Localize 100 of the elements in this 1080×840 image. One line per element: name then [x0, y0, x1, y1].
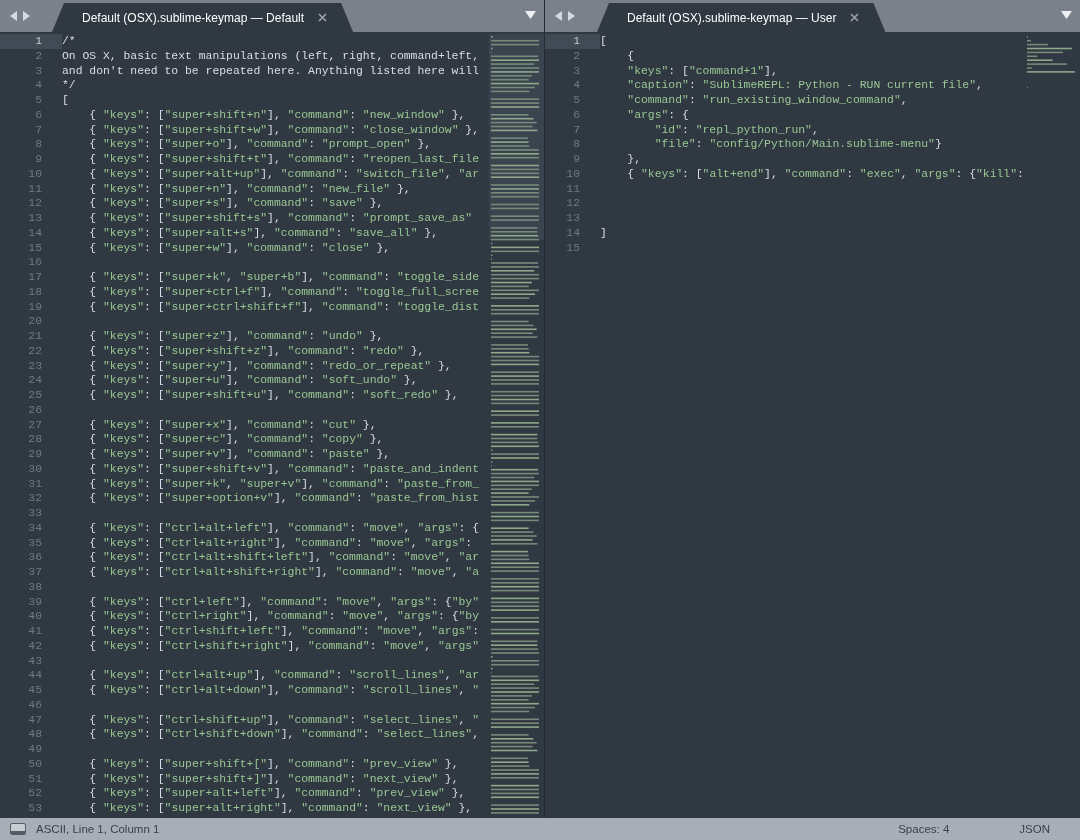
code-line: { "keys": ["super+k", "super+b"], "command": "toggle_side	[88, 270, 480, 285]
file-tab[interactable]: Default (OSX).sublime-keymap — User	[597, 3, 886, 32]
code-line: { "keys": ["super+o"], "command": "prompt_open" },	[88, 137, 432, 152]
line-number: 43	[27, 653, 43, 669]
back-arrow-icon[interactable]	[10, 11, 18, 21]
file-tab[interactable]: Default (OSX).sublime-keymap — Default	[52, 3, 354, 32]
code-line: "keys": ["command+1"],	[626, 63, 778, 79]
indentation-setting[interactable]: Spaces: 4	[898, 823, 950, 835]
line-number: 28	[27, 432, 43, 447]
code-line: "file": "config/Python/Main.sublime-menu"}	[653, 137, 942, 152]
dropdown-triangle-icon[interactable]	[1061, 11, 1072, 19]
line-number: 6	[572, 107, 581, 123]
dropdown-triangle-icon[interactable]	[525, 11, 536, 19]
line-number: 2	[572, 48, 581, 64]
line-number: 16	[27, 255, 43, 270]
line-number: 46	[27, 697, 43, 713]
code-line: */	[62, 78, 76, 93]
line-number: 47	[27, 712, 43, 728]
code-line: { "keys": ["super+alt+s"], "command": "save_all" },	[88, 225, 438, 241]
line-number: 18	[27, 284, 43, 300]
line-number: 10	[27, 166, 43, 182]
code-line: and don't need to be repeated here. Anything listed here will	[62, 63, 479, 79]
line-number: 20	[27, 314, 43, 329]
line-number: 4	[34, 78, 43, 93]
code-line: "id": "repl_python_run",	[653, 122, 819, 138]
line-number: 37	[27, 565, 43, 580]
line-number: 8	[572, 137, 581, 152]
line-number: 19	[27, 299, 43, 315]
code-line: { "keys": ["super+option+v"], "command": "paste_from_hist	[88, 491, 479, 506]
code-line: { "keys": ["super+n"], "command": "new_file" },	[88, 181, 411, 197]
code-line: /*	[62, 34, 76, 49]
line-number: 50	[27, 756, 43, 772]
line-number: 51	[27, 771, 43, 787]
line-number: 12	[27, 196, 43, 211]
close-icon[interactable]	[850, 13, 860, 22]
code-line: [	[62, 93, 69, 108]
line-number: 36	[27, 550, 43, 565]
line-number: 15	[565, 240, 581, 256]
code-line: { "keys": ["super+shift+u"], "command": "soft_redo" },	[88, 388, 459, 403]
code-line: { "keys": ["super+alt+right"], "command": "next_view" },	[88, 801, 473, 816]
panel-icon[interactable]	[10, 823, 26, 835]
code-line: ]	[600, 225, 607, 241]
line-number: 26	[27, 402, 43, 418]
line-number: 3	[572, 63, 581, 79]
code-line: { "keys": ["ctrl+shift+right"], "command": "move", "args"	[88, 638, 479, 654]
code-line: { "keys": ["super+alt+up"], "command": "switch_file", "ar	[88, 166, 480, 182]
code-line: "caption": "SublimeREPL: Python - RUN current file",	[626, 78, 983, 93]
code-line: { "keys": ["ctrl+alt+shift+right"], "command": "move", "a	[88, 565, 479, 580]
line-number: 12	[565, 196, 581, 211]
code-line: { "keys": ["ctrl+right"], "command": "move", "args": {"by	[88, 609, 480, 624]
code-line: On OS X, basic text manipulations (left, right, command+left,	[62, 48, 479, 64]
code-line: { "keys": ["ctrl+left"], "command": "move", "args": {"by"	[88, 594, 480, 610]
code-line: { "keys": ["super+alt+left"], "command": "prev_view" },	[88, 786, 466, 801]
line-number: 39	[27, 594, 43, 610]
line-number: 8	[34, 137, 43, 152]
code-line: { "keys": ["super+x"], "command": "cut" },	[88, 417, 377, 433]
line-number: 45	[27, 683, 43, 698]
line-number: 53	[27, 801, 43, 816]
line-number: 4	[572, 78, 581, 93]
back-arrow-icon[interactable]	[555, 11, 563, 21]
code-line: { "keys": ["super+shift+["], "command": "prev_view" },	[88, 756, 459, 772]
line-number: 40	[27, 609, 43, 624]
code-line: { "keys": ["super+shift+s"], "command": "prompt_save_as"	[88, 211, 473, 226]
syntax-setting[interactable]: JSON	[1019, 823, 1050, 835]
code-line: { "keys": ["super+u"], "command": "soft_undo" },	[88, 373, 418, 388]
line-number: 27	[27, 417, 43, 433]
line-number: 11	[27, 181, 43, 197]
line-number: 1	[545, 34, 600, 49]
code-line: { "keys": ["super+ctrl+f"], "command": "toggle_full_scree	[88, 284, 479, 300]
line-number: 38	[27, 579, 43, 595]
forward-arrow-icon[interactable]	[567, 11, 575, 21]
line-number: 1	[0, 34, 62, 49]
line-number: 9	[34, 152, 43, 167]
close-icon[interactable]	[318, 13, 328, 22]
line-number: 10	[565, 166, 581, 182]
line-number: 14	[565, 225, 581, 241]
code-line: { "keys": ["super+shift+t"], "command": "reopen_last_file	[88, 152, 480, 167]
line-number: 22	[27, 343, 43, 359]
forward-arrow-icon[interactable]	[22, 11, 30, 21]
code-line: { "keys": ["ctrl+alt+left"], "command": "move", "args": {	[88, 520, 480, 536]
line-number: 3	[34, 63, 43, 79]
code-line: { "keys": ["super+shift+w"], "command": "close_window" },	[88, 122, 480, 138]
line-number: 29	[27, 447, 43, 462]
code-line: { "keys": ["super+v"], "command": "paste" },	[88, 447, 391, 462]
line-number: 34	[27, 520, 43, 536]
code-line: { "keys": ["ctrl+shift+up"], "command": "select_lines", "	[88, 712, 480, 728]
code-line: { "keys": ["ctrl+shift+down"], "command": "select_lines",	[88, 727, 480, 742]
line-number: 21	[27, 329, 43, 344]
code-line: { "keys": ["ctrl+shift+left"], "command": "move", "args":	[88, 624, 480, 639]
cursor-position: ASCII, Line 1, Column 1	[36, 823, 160, 835]
code-line: { "keys": ["super+shift+z"], "command": "redo" },	[88, 343, 425, 359]
code-line: {	[626, 48, 635, 64]
line-number: 23	[27, 358, 43, 374]
code-line: { "keys": ["super+c"], "command": "copy" },	[88, 432, 384, 447]
line-number: 5	[572, 93, 581, 108]
code-line: { "keys": ["ctrl+alt+down"], "command": "scroll_lines", "	[88, 683, 480, 698]
line-number: 5	[34, 93, 43, 108]
line-number: 35	[27, 535, 43, 551]
line-number: 49	[27, 742, 43, 757]
line-number: 14	[27, 225, 43, 241]
